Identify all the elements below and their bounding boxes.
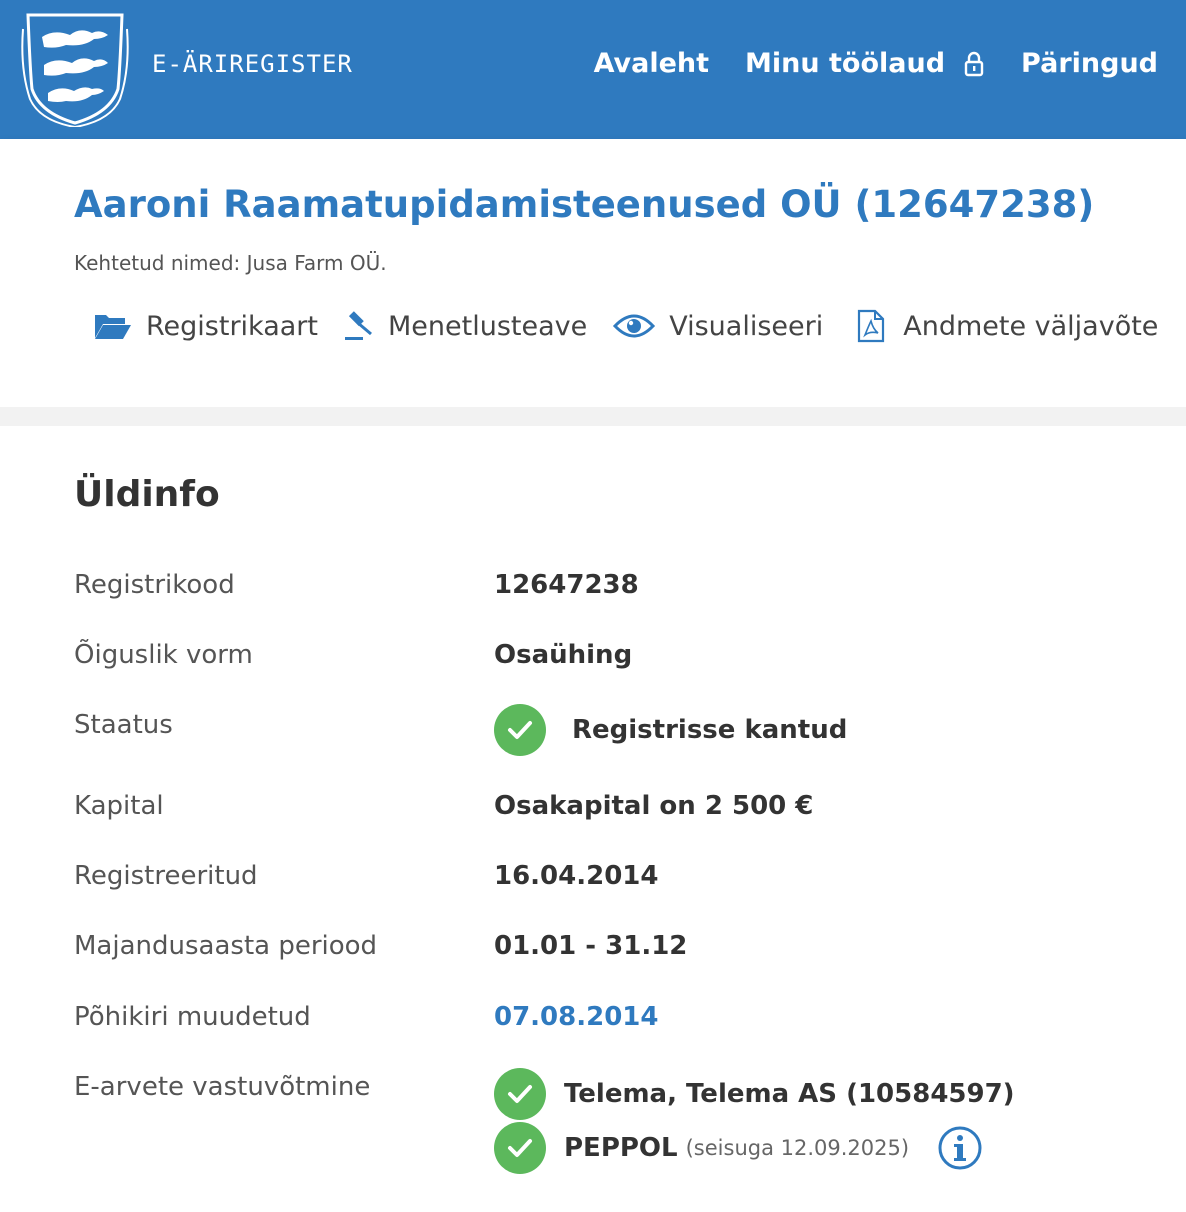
- info-label: Staatus: [74, 710, 173, 740]
- peppol-date-note: (seisuga 12.09.2025): [685, 1136, 910, 1160]
- nav-queries[interactable]: Päringud: [1021, 48, 1158, 79]
- info-label: Registreeritud: [74, 861, 258, 891]
- status-value: Registrisse kantud: [494, 704, 847, 756]
- company-header-card: Aaroni Raamatupidamisteenused OÜ (126472…: [0, 139, 1186, 407]
- e-invoice-operator: Telema, Telema AS (10584597): [494, 1068, 1015, 1120]
- nav-my-dashboard-label: Minu töölaud: [745, 48, 946, 79]
- proceedings-label: Menetlusteave: [388, 310, 588, 342]
- info-row-legal-form: Õiguslik vorm Osaühing: [74, 640, 1154, 680]
- e-invoice-operator-text: Telema, Telema AS (10584597): [564, 1079, 1015, 1109]
- info-label: Registrikood: [74, 570, 235, 600]
- nav-home[interactable]: Avaleht: [594, 48, 709, 79]
- check-icon: [494, 1122, 546, 1174]
- registry-card-label: Registrikaart: [146, 310, 318, 342]
- info-value: 01.01 - 31.12: [494, 931, 688, 961]
- info-row-capital: Kapital Osakapital on 2 500 €: [74, 791, 1154, 831]
- data-extract-label: Andmete väljavõte: [903, 310, 1159, 342]
- info-row-status: Staatus Registrisse kantud: [74, 704, 1154, 756]
- main-nav: Avaleht Minu töölaud Päringud: [594, 48, 1158, 79]
- folder-open-icon: [95, 315, 131, 339]
- general-info-title: Üldinfo: [74, 474, 220, 515]
- top-navigation-bar: E-ÄRIREGISTER Avaleht Minu töölaud Pärin…: [0, 0, 1186, 139]
- data-extract-button[interactable]: Andmete väljavõte: [857, 309, 1158, 343]
- info-value: 12647238: [494, 570, 639, 600]
- status-text: Registrisse kantud: [572, 715, 848, 745]
- info-row-fiscal-year: Majandusaasta periood 01.01 - 31.12: [74, 931, 1154, 971]
- site-brand[interactable]: E-ÄRIREGISTER: [152, 50, 353, 78]
- nav-my-dashboard[interactable]: Minu töölaud: [745, 48, 985, 79]
- check-icon: [494, 704, 546, 756]
- info-row-articles-changed: Põhikiri muudetud 07.08.2014: [74, 1002, 1154, 1042]
- info-label: E-arvete vastuvõtmine: [74, 1072, 371, 1102]
- peppol-text: PEPPOL: [564, 1133, 678, 1163]
- info-value: Osakapital on 2 500 €: [494, 791, 814, 821]
- invalid-names: Kehtetud nimed: Jusa Farm OÜ.: [74, 251, 387, 275]
- estonian-coat-of-arms-icon[interactable]: [20, 9, 130, 127]
- info-icon[interactable]: [937, 1125, 983, 1171]
- pdf-file-icon: [858, 309, 885, 343]
- proceedings-button[interactable]: Menetlusteave: [344, 311, 587, 342]
- info-value: 16.04.2014: [494, 861, 659, 891]
- info-row-registered: Registreeritud 16.04.2014: [74, 861, 1154, 901]
- gavel-icon: [345, 311, 372, 340]
- info-label: Majandusaasta periood: [74, 931, 378, 961]
- info-row-e-invoicing: E-arvete vastuvõtmine Telema, Telema AS …: [74, 1068, 1154, 1182]
- e-invoice-peppol: PEPPOL (seisuga 12.09.2025): [494, 1122, 983, 1174]
- info-row-registry-code: Registrikood 12647238: [74, 570, 1154, 610]
- lock-icon: [964, 51, 984, 76]
- info-value: Osaühing: [494, 640, 633, 670]
- section-divider: [0, 407, 1186, 426]
- eye-icon: [613, 314, 656, 338]
- registry-card-button[interactable]: Registrikaart: [94, 311, 318, 342]
- check-icon: [494, 1068, 546, 1120]
- visualize-button[interactable]: Visualiseeri: [613, 311, 823, 342]
- visualize-label: Visualiseeri: [669, 310, 824, 342]
- info-label: Õiguslik vorm: [74, 640, 253, 670]
- company-title: Aaroni Raamatupidamisteenused OÜ (126472…: [74, 183, 1095, 226]
- articles-date-link[interactable]: 07.08.2014: [494, 1002, 658, 1032]
- company-actions: Registrikaart Menetlusteave Visualiseeri: [94, 309, 1184, 343]
- info-label: Põhikiri muudetud: [74, 1002, 311, 1032]
- info-label: Kapital: [74, 791, 164, 821]
